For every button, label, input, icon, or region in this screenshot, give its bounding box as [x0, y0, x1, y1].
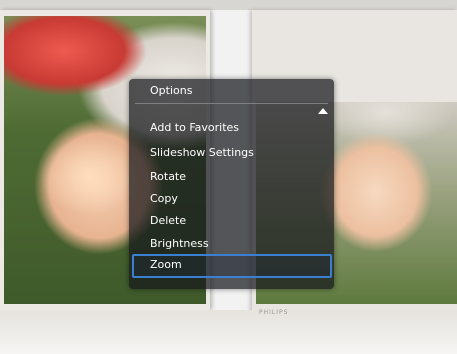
frame-top-edge	[0, 0, 457, 10]
menu-item-slideshow-settings[interactable]: Slideshow Settings	[150, 146, 254, 159]
frame-bezel-bottom	[0, 310, 457, 354]
scroll-up-icon[interactable]	[318, 108, 328, 114]
options-menu: Options Add to Favorites Slideshow Setti…	[129, 79, 334, 289]
menu-item-delete[interactable]: Delete	[150, 214, 186, 227]
menu-item-brightness[interactable]: Brightness	[150, 237, 209, 250]
menu-title: Options	[150, 84, 193, 97]
menu-item-add-to-favorites[interactable]: Add to Favorites	[150, 121, 239, 134]
menu-item-zoom[interactable]: Zoom	[150, 258, 182, 271]
menu-item-rotate[interactable]: Rotate	[150, 170, 186, 183]
photo-frame-screen: PHILIPS Options Add to Favorites Slidesh…	[0, 0, 457, 354]
menu-item-copy[interactable]: Copy	[150, 192, 178, 205]
brand-logo: PHILIPS	[259, 309, 289, 316]
menu-divider	[135, 103, 328, 104]
